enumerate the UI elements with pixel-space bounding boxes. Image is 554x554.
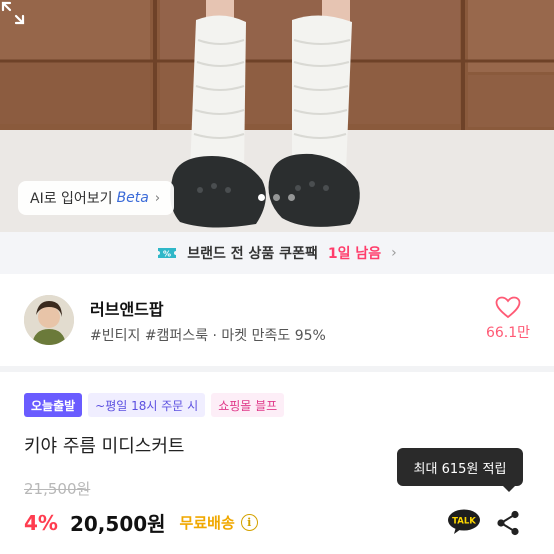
discount-rate: 4% (24, 510, 58, 535)
today-shipping-badge: 오늘출발 (24, 393, 83, 417)
sale-price: 20,500원 (69, 512, 166, 536)
points-tooltip: 최대 615원 적립 (397, 448, 523, 492)
talk-label: TALK (452, 517, 476, 527)
delivery-badges: 오늘출발 ~평일 18시 주문 시 쇼핑몰 블프 (24, 393, 285, 417)
chevron-right-icon: › (391, 245, 397, 261)
like-button[interactable]: 66.1만 (484, 296, 532, 342)
info-icon[interactable]: i (240, 514, 258, 531)
expand-icon[interactable] (0, 0, 26, 26)
like-count: 66.1만 (485, 325, 531, 341)
svg-text:%: % (163, 250, 171, 259)
kakao-talk-icon[interactable]: TALK (447, 509, 481, 535)
coupon-remaining: 1일 남음 (327, 246, 382, 262)
coupon-ticket-icon: % (158, 248, 177, 259)
shop-tags: #빈티지 #캠퍼스룩 · 마켓 만족도 95% (90, 328, 326, 344)
free-shipping-label: 무료배송 (179, 514, 235, 532)
coupon-banner[interactable]: % 브랜드 전 상품 쿠폰팩 1일 남음 › (0, 232, 554, 274)
shop-name[interactable]: 러브앤드팝 (90, 296, 164, 320)
product-title: 키야 주름 미디스커트 (24, 436, 185, 457)
chevron-right-icon: › (154, 190, 161, 206)
beta-label: Beta (116, 190, 149, 206)
ai-try-on-label: AI로 입어보기 (30, 191, 113, 207)
mall-event-badge: 쇼핑몰 블프 (211, 393, 285, 417)
shop-row[interactable]: 러브앤드팝 #빈티지 #캠퍼스룩 · 마켓 만족도 95% 66.1만 (0, 274, 554, 366)
coupon-text: 브랜드 전 상품 쿠폰팩 (187, 246, 318, 262)
original-price: 21,500원 (24, 480, 91, 498)
price-row: 4% 20,500원 무료배송 i (24, 508, 258, 537)
share-icon[interactable] (496, 510, 520, 536)
carousel-dot[interactable] (258, 194, 265, 201)
product-image[interactable]: AI로 입어보기 Beta › (0, 0, 554, 232)
carousel-dot[interactable] (273, 194, 280, 201)
carousel-dot[interactable] (288, 194, 295, 201)
carousel-pagination (258, 194, 295, 201)
heart-icon (495, 296, 521, 319)
shop-avatar[interactable] (24, 295, 74, 345)
section-divider (0, 366, 554, 372)
ai-try-on-button[interactable]: AI로 입어보기 Beta › (18, 181, 175, 215)
order-deadline-badge: ~평일 18시 주문 시 (88, 393, 206, 417)
